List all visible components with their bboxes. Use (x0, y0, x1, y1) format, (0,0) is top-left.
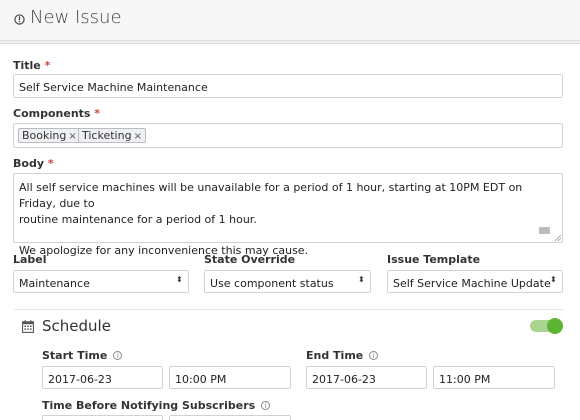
component-chip-booking: Booking × (18, 128, 81, 143)
state-override-select[interactable]: Use component status ⬍ (204, 270, 371, 293)
remove-chip-icon[interactable]: × (134, 131, 142, 142)
toggle-knob (547, 318, 563, 334)
body-label: Body * (13, 157, 54, 170)
end-time-input[interactable]: 11:00 PM (433, 366, 555, 389)
state-override-label: State Override (204, 253, 296, 266)
issue-template-select[interactable]: Self Service Machine Update ⬍ (387, 270, 563, 293)
notify-label: Time Before Notifying Subscribers i (42, 399, 271, 412)
label-field-label: Label (13, 253, 47, 266)
end-time-label-text: End Time (306, 349, 364, 362)
required-marker: * (94, 107, 101, 120)
notify-label-text: Time Before Notifying Subscribers (42, 399, 256, 412)
info-icon[interactable]: i (113, 351, 123, 360)
components-label: Components * (13, 107, 100, 120)
issue-template-label: Issue Template (387, 253, 481, 266)
start-date-value: 2017-06-23 (48, 373, 112, 386)
start-date-input[interactable]: 2017-06-23 (42, 366, 163, 389)
end-date-input[interactable]: 2017-06-23 (306, 366, 427, 389)
schedule-title: Schedule (42, 317, 111, 335)
notify-input[interactable] (42, 415, 163, 420)
label-select[interactable]: Maintenance ⬍ (13, 270, 189, 293)
components-input[interactable]: Booking × Ticketing × (13, 123, 563, 148)
calendar-icon (22, 320, 34, 333)
component-chip-ticketing: Ticketing × (78, 128, 146, 143)
title-label: Title * (13, 59, 50, 72)
title-label-text: Title (13, 59, 41, 72)
select-caret-icon: ⬍ (550, 275, 557, 284)
title-input[interactable]: Self Service Machine Maintenance (13, 74, 563, 98)
section-divider (14, 309, 563, 310)
select-caret-icon: ⬍ (176, 275, 183, 284)
remove-chip-icon[interactable]: × (68, 131, 76, 142)
info-icon[interactable]: i (261, 401, 271, 410)
page-title: New Issue (30, 7, 122, 28)
required-marker: * (47, 157, 54, 170)
body-label-text: Body (13, 157, 44, 170)
start-time-label-text: Start Time (42, 349, 108, 362)
label-select-value: Maintenance (19, 277, 90, 290)
title-input-value: Self Service Machine Maintenance (19, 81, 208, 94)
resize-handle-icon[interactable] (555, 235, 561, 241)
start-time-value: 10:00 PM (175, 373, 227, 386)
body-textarea[interactable]: All self service machines will be unavai… (13, 173, 563, 257)
end-date-value: 2017-06-23 (312, 373, 376, 386)
start-time-input[interactable]: 10:00 PM (169, 366, 291, 389)
body-line: All self service machines will be unavai… (19, 181, 523, 210)
components-label-text: Components (13, 107, 91, 120)
schedule-toggle[interactable] (530, 318, 563, 334)
body-line: routine maintenance for a period of 1 ho… (19, 213, 257, 226)
info-circle-icon (14, 14, 25, 25)
issue-template-select-value: Self Service Machine Update (393, 277, 551, 290)
state-override-select-value: Use component status (210, 277, 334, 290)
info-icon[interactable]: i (369, 351, 379, 360)
start-time-label: Start Time i (42, 349, 123, 362)
notify-unit-input[interactable] (169, 415, 291, 420)
end-time-label: End Time i (306, 349, 379, 362)
keyboard-icon (539, 227, 550, 234)
required-marker: * (44, 59, 51, 72)
select-caret-icon: ⬍ (358, 275, 365, 284)
chip-label: Ticketing (82, 129, 132, 142)
chip-label: Booking (22, 129, 67, 142)
end-time-value: 11:00 PM (439, 373, 491, 386)
page-header: New Issue (0, 0, 580, 41)
